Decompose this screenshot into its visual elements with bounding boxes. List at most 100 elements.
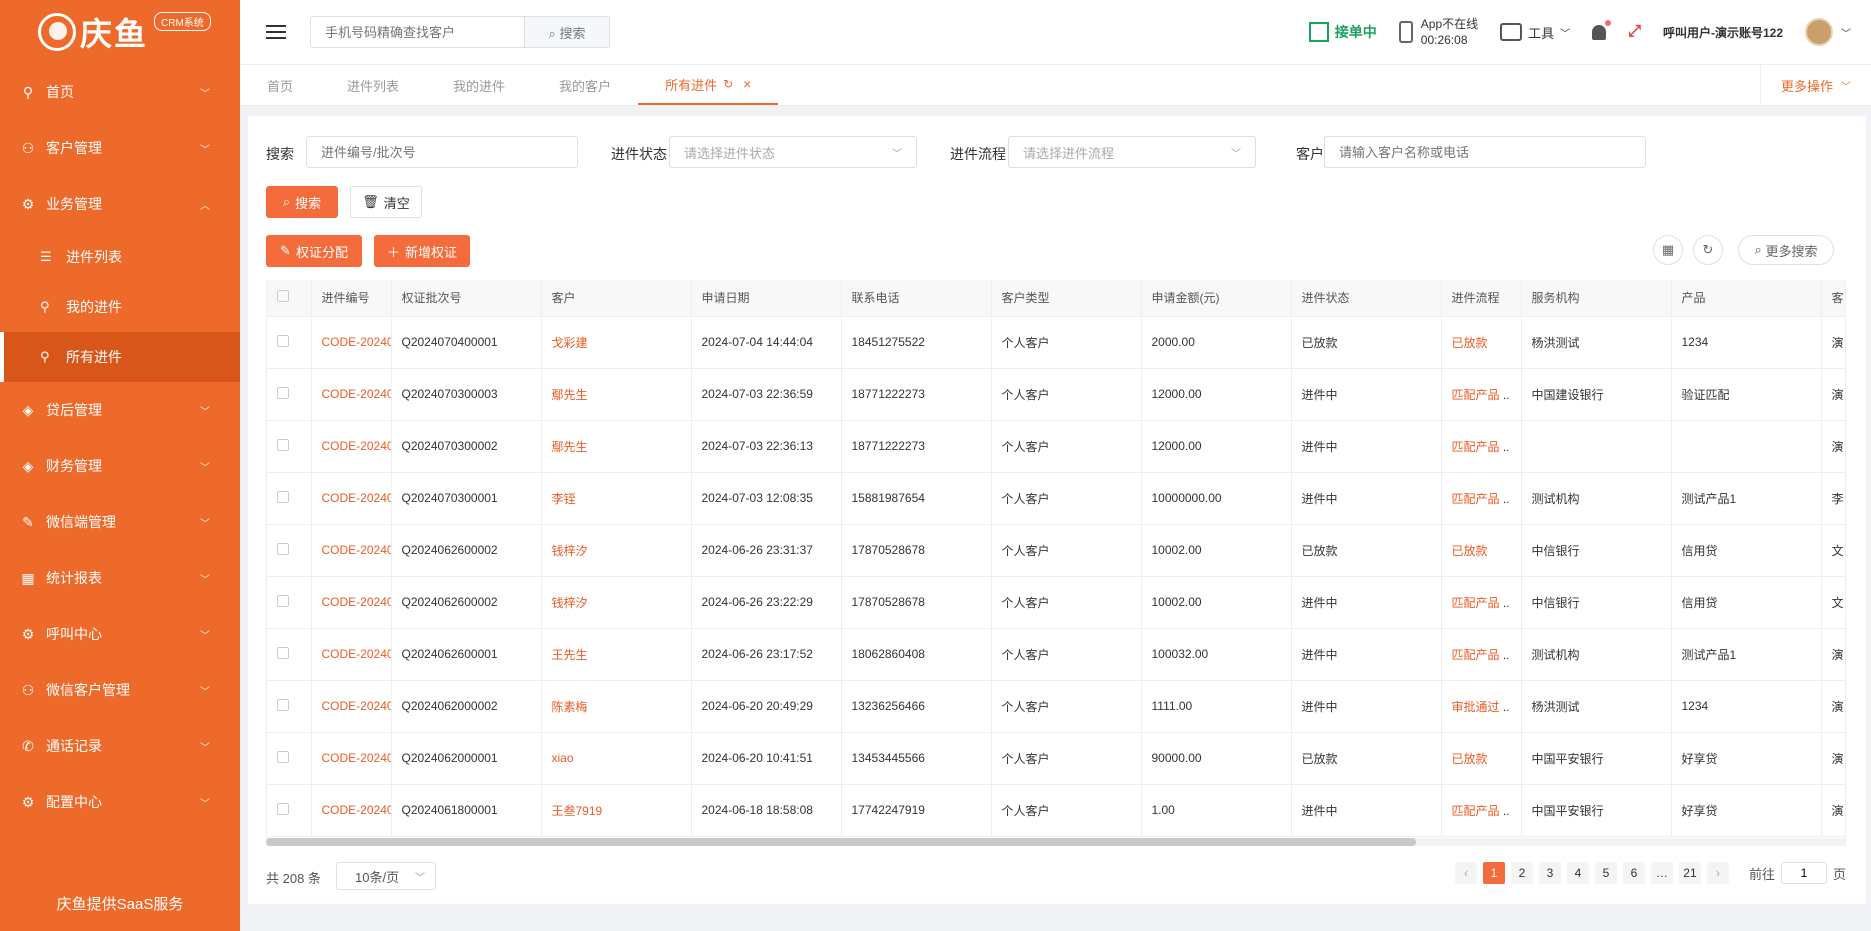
application-code-link[interactable]: CODE-2024070400001 bbox=[322, 335, 391, 349]
tab-2[interactable]: 进件列表 bbox=[320, 65, 426, 105]
phone-search-button[interactable]: ⌕ 搜索 bbox=[525, 16, 610, 48]
column-settings-button[interactable]: ▦ bbox=[1653, 235, 1683, 265]
row-select-cell[interactable] bbox=[267, 316, 312, 369]
application-code-link[interactable]: CODE-2024062000001 bbox=[322, 751, 391, 765]
row-select-cell[interactable] bbox=[267, 628, 312, 681]
phone-search-input[interactable] bbox=[310, 16, 525, 48]
search-input[interactable] bbox=[306, 136, 578, 168]
row-checkbox[interactable] bbox=[277, 802, 289, 815]
prev-page-button[interactable]: ‹ bbox=[1454, 862, 1477, 884]
row-select-cell[interactable] bbox=[267, 576, 312, 629]
row-checkbox[interactable] bbox=[277, 750, 289, 763]
sidebar-item-5[interactable]: ◈ 财务管理 ﹀ bbox=[0, 438, 240, 494]
flow-select[interactable]: 请选择进件流程 ﹀ bbox=[1008, 136, 1256, 168]
customer-link[interactable]: 戈彩建 bbox=[552, 336, 588, 350]
application-code-link[interactable]: CODE-2024061800001 bbox=[322, 803, 391, 817]
row-select-cell[interactable] bbox=[267, 472, 312, 525]
tab-1[interactable]: 首页 bbox=[240, 65, 320, 105]
customer-link[interactable]: 王先生 bbox=[552, 648, 588, 662]
horizontal-scrollbar[interactable] bbox=[266, 838, 1846, 846]
page-2[interactable]: 2 bbox=[1510, 862, 1533, 884]
application-code-link[interactable]: CODE-2024070300001 bbox=[322, 491, 391, 505]
tools-dropdown[interactable]: 工具 ﹀ bbox=[1500, 23, 1570, 42]
assign-warrant-button[interactable]: ✎ 权证分配 bbox=[266, 235, 362, 267]
add-warrant-button[interactable]: ＋ 新增权证 bbox=[374, 235, 470, 267]
page-4[interactable]: 4 bbox=[1566, 862, 1589, 884]
application-code-link[interactable]: CODE-2024062000002 bbox=[322, 699, 391, 713]
sidebar-item-9[interactable]: ⚇ 微信客户管理 ﹀ bbox=[0, 662, 240, 718]
more-search-button[interactable]: ⌕ 更多搜索 bbox=[1738, 235, 1834, 265]
search-button[interactable]: ⌕ 搜索 bbox=[266, 186, 338, 218]
customer-input[interactable] bbox=[1324, 136, 1646, 168]
page-5[interactable]: 5 bbox=[1594, 862, 1617, 884]
trash-icon: 🗑 bbox=[362, 194, 379, 209]
close-icon[interactable]: × bbox=[743, 76, 751, 92]
sidebar-subitem-3[interactable]: ⚲ 所有进件 bbox=[0, 332, 240, 382]
page-21[interactable]: 21 bbox=[1678, 862, 1701, 884]
select-all-checkbox[interactable] bbox=[277, 290, 289, 303]
accept-orders-toggle[interactable]: 接单中 bbox=[1308, 22, 1377, 42]
page-6[interactable]: 6 bbox=[1622, 862, 1645, 884]
status-select[interactable]: 请选择进件状态 ﹀ bbox=[669, 136, 917, 168]
sidebar-item-10[interactable]: ✆ 通话记录 ﹀ bbox=[0, 718, 240, 774]
select-all-header[interactable] bbox=[267, 280, 312, 317]
customer-link[interactable]: 钱梓汐 bbox=[552, 544, 588, 558]
tab-5[interactable]: 所有进件 ↻ × bbox=[638, 65, 779, 105]
page-1[interactable]: 1 bbox=[1482, 862, 1505, 884]
customer-link[interactable]: 陈素梅 bbox=[552, 700, 588, 714]
page-ellipsis[interactable]: … bbox=[1650, 862, 1673, 884]
sidebar-item-2[interactable]: ⚇ 客户管理 ﹀ bbox=[0, 120, 240, 176]
application-code-link[interactable]: CODE-2024062600002 bbox=[322, 543, 391, 557]
application-code-link[interactable]: CODE-2024070300003 bbox=[322, 387, 391, 401]
row-checkbox[interactable] bbox=[277, 542, 289, 555]
sidebar-item-1[interactable]: ⚲ 首页 ﹀ bbox=[0, 64, 240, 120]
clear-button[interactable]: 🗑 清空 bbox=[350, 186, 422, 218]
row-checkbox[interactable] bbox=[277, 490, 289, 503]
tab-3[interactable]: 我的进件 bbox=[426, 65, 532, 105]
row-checkbox[interactable] bbox=[277, 386, 289, 399]
user-name[interactable]: 呼叫用户-演示账号122 bbox=[1663, 24, 1783, 41]
customer-link[interactable]: 钱梓汐 bbox=[552, 596, 588, 610]
user-avatar-menu[interactable]: ﹀ bbox=[1805, 18, 1851, 46]
sidebar-item-8[interactable]: ⚙ 呼叫中心 ﹀ bbox=[0, 606, 240, 662]
sidebar-item-4[interactable]: ◈ 贷后管理 ﹀ bbox=[0, 382, 240, 438]
next-page-button[interactable]: › bbox=[1706, 862, 1729, 884]
row-checkbox[interactable] bbox=[277, 698, 289, 711]
sidebar-subitem-2[interactable]: ⚲ 我的进件 bbox=[0, 282, 240, 332]
app-status[interactable]: App不在线 00:26:08 bbox=[1398, 16, 1478, 48]
menu-toggle-icon[interactable] bbox=[266, 25, 286, 39]
tab-4[interactable]: 我的客户 bbox=[532, 65, 638, 105]
row-checkbox[interactable] bbox=[277, 646, 289, 659]
customer-link[interactable]: 鄢先生 bbox=[552, 440, 588, 454]
sidebar-item-6[interactable]: ✎ 微信端管理 ﹀ bbox=[0, 494, 240, 550]
goto-page-input[interactable] bbox=[1780, 862, 1827, 884]
refresh-icon[interactable]: ↻ bbox=[723, 77, 733, 91]
row-checkbox[interactable] bbox=[277, 334, 289, 347]
notification-button[interactable] bbox=[1592, 19, 1612, 40]
sidebar-item-11[interactable]: ⚙ 配置中心 ﹀ bbox=[0, 774, 240, 830]
scrollbar-thumb[interactable] bbox=[266, 838, 1416, 846]
row-select-cell[interactable] bbox=[267, 732, 312, 785]
page-3[interactable]: 3 bbox=[1538, 862, 1561, 884]
sidebar-item-7[interactable]: ▦ 统计报表 ﹀ bbox=[0, 550, 240, 606]
row-checkbox[interactable] bbox=[277, 594, 289, 607]
sidebar-item-3[interactable]: ⚙ 业务管理 ︿ bbox=[0, 176, 240, 232]
application-code-link[interactable]: CODE-2024062600002 bbox=[322, 595, 391, 609]
row-select-cell[interactable] bbox=[267, 524, 312, 577]
application-code-link[interactable]: CODE-2024062600001 bbox=[322, 647, 391, 661]
sidebar-subitem-1[interactable]: ☰ 进件列表 bbox=[0, 232, 240, 282]
customer-link[interactable]: 鄢先生 bbox=[552, 388, 588, 402]
customer-link[interactable]: xiao bbox=[552, 751, 574, 765]
refresh-button[interactable]: ↻ bbox=[1693, 235, 1723, 265]
row-select-cell[interactable] bbox=[267, 368, 312, 421]
page-size-select[interactable]: 10条/页 ﹀ bbox=[336, 862, 436, 890]
application-code-link[interactable]: CODE-2024070300002 bbox=[322, 439, 391, 453]
customer-link[interactable]: 李铚 bbox=[552, 492, 576, 506]
row-select-cell[interactable] bbox=[267, 680, 312, 733]
customer-link[interactable]: 王叁7919 bbox=[552, 804, 603, 818]
row-checkbox[interactable] bbox=[277, 438, 289, 451]
row-select-cell[interactable] bbox=[267, 784, 312, 837]
fullscreen-button[interactable]: ⤢ bbox=[1628, 23, 1641, 41]
row-select-cell[interactable] bbox=[267, 420, 312, 473]
more-operations-dropdown[interactable]: 更多操作 ﹀ bbox=[1759, 65, 1871, 105]
